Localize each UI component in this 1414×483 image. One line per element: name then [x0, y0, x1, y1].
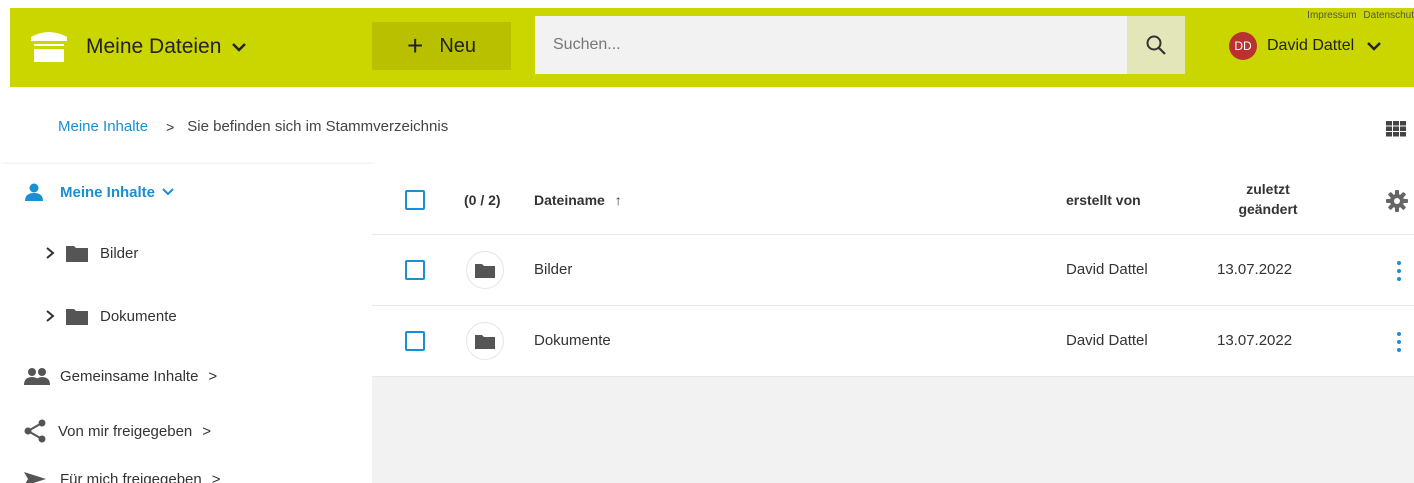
sidebar-item-label: Dokumente	[100, 307, 177, 325]
breadcrumb-current: Sie befinden sich im Stammverzeichnis	[187, 118, 449, 135]
sidebar-item-shared-by-me[interactable]: Von mir freigegeben >	[24, 419, 211, 443]
select-all-checkbox[interactable]	[405, 190, 425, 210]
file-list-area: (0 / 2) Dateiname ↑ erstellt von zuletzt…	[372, 164, 1414, 483]
sidebar-item-dokumente[interactable]: Dokumente	[44, 307, 177, 325]
chevron-right-icon: >	[202, 422, 212, 440]
sidebar: Meine Inhalte Bilder Dokumente Gemeinsam…	[0, 164, 372, 483]
user-menu[interactable]: DD David Dattel	[1229, 32, 1382, 60]
sort-ascending-icon: ↑	[614, 192, 622, 208]
sidebar-item-bilder[interactable]: Bilder	[44, 244, 138, 262]
person-icon	[25, 183, 43, 201]
filename-header-label: Dateiname	[534, 192, 605, 208]
file-name[interactable]: Dokumente	[534, 332, 611, 349]
folder-icon	[66, 246, 88, 262]
file-name[interactable]: Bilder	[534, 261, 572, 278]
folder-icon	[466, 251, 504, 289]
filename-column-header[interactable]: Dateiname ↑	[534, 192, 622, 208]
selection-count: (0 / 2)	[464, 192, 501, 208]
chevron-right-icon	[46, 247, 55, 259]
file-created-by: David Dattel	[1066, 261, 1148, 278]
modified-column-header[interactable]: zuletzt geändert	[1218, 179, 1318, 219]
chevron-right-icon: >	[208, 367, 218, 385]
file-created-by: David Dattel	[1066, 332, 1148, 349]
modified-header-line1: zuletzt	[1246, 181, 1290, 197]
sidebar-item-label: Von mir freigegeben	[58, 422, 193, 440]
chevron-down-icon	[162, 188, 174, 196]
chevron-right-icon	[46, 310, 55, 322]
app-title: Meine Dateien	[86, 35, 222, 58]
kebab-menu-icon[interactable]	[1394, 332, 1404, 356]
modified-header-line2: geändert	[1238, 201, 1298, 217]
cloud-folder-logo	[31, 32, 67, 62]
search-button[interactable]	[1127, 16, 1185, 74]
chevron-right-icon: >	[211, 470, 221, 483]
user-name: David Dattel	[1267, 37, 1355, 54]
avatar: DD	[1229, 32, 1257, 60]
table-row[interactable]: Bilder David Dattel 13.07.2022	[372, 235, 1414, 306]
folder-icon	[466, 322, 504, 360]
breadcrumb: Meine Inhalte > Sie befinden sich im Sta…	[58, 118, 448, 135]
impressum-link[interactable]: Impressum	[1307, 10, 1356, 21]
grid-view-icon[interactable]	[1386, 121, 1406, 137]
sidebar-item-my-content[interactable]: Meine Inhalte	[24, 182, 175, 202]
send-icon	[24, 472, 46, 483]
gear-icon[interactable]	[1386, 190, 1408, 212]
sidebar-item-label: Meine Inhalte	[60, 183, 156, 201]
top-header: Meine Dateien + Neu Impressum Datenschut…	[10, 8, 1414, 87]
sidebar-item-label: Gemeinsame Inhalte	[60, 367, 199, 385]
chevron-down-icon	[1367, 42, 1382, 51]
breadcrumb-root-link[interactable]: Meine Inhalte	[58, 118, 148, 135]
row-checkbox[interactable]	[405, 260, 425, 280]
file-table: (0 / 2) Dateiname ↑ erstellt von zuletzt…	[372, 164, 1414, 377]
search-bar	[535, 16, 1185, 74]
sidebar-item-shared[interactable]: Gemeinsame Inhalte >	[24, 367, 217, 385]
file-modified-date: 13.07.2022	[1217, 261, 1293, 278]
sidebar-item-label: Bilder	[100, 244, 139, 262]
row-checkbox[interactable]	[405, 331, 425, 351]
app-menu-button[interactable]: Meine Dateien	[28, 26, 247, 68]
new-button-label: Neu	[439, 34, 477, 57]
sidebar-item-label: Für mich freigegeben	[60, 470, 202, 483]
chevron-down-icon	[232, 43, 247, 52]
people-icon	[24, 368, 50, 385]
search-icon	[1146, 35, 1166, 55]
table-row[interactable]: Dokumente David Dattel 13.07.2022	[372, 306, 1414, 377]
new-button[interactable]: + Neu	[372, 22, 511, 70]
kebab-menu-icon[interactable]	[1394, 261, 1404, 285]
table-header: (0 / 2) Dateiname ↑ erstellt von zuletzt…	[372, 164, 1414, 235]
created-by-column-header[interactable]: erstellt von	[1066, 192, 1141, 208]
sidebar-item-shared-with-me[interactable]: Für mich freigegeben >	[24, 470, 221, 483]
file-modified-date: 13.07.2022	[1217, 332, 1293, 349]
datenschutz-link[interactable]: Datenschut	[1363, 10, 1414, 21]
plus-icon: +	[406, 30, 424, 61]
breadcrumb-separator: >	[166, 118, 175, 135]
search-input[interactable]	[535, 16, 1127, 74]
legal-links: Impressum Datenschut	[1303, 10, 1414, 21]
folder-icon	[66, 309, 88, 325]
share-icon	[24, 419, 46, 443]
